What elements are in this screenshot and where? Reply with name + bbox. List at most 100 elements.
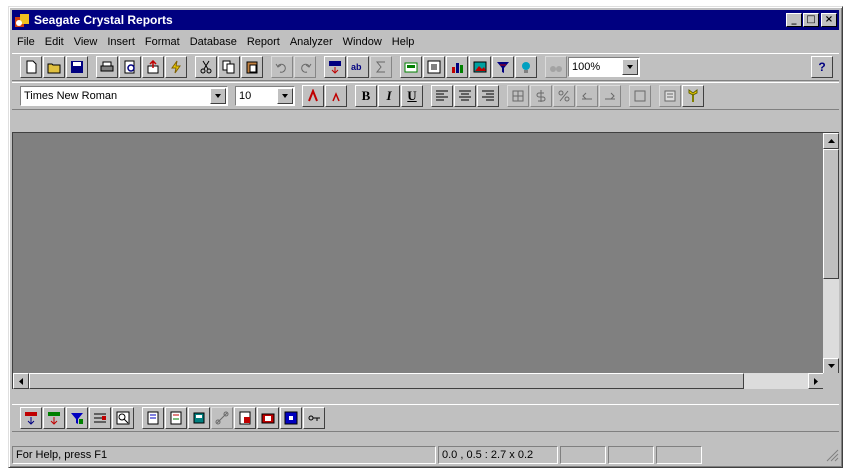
menu-database[interactable]: Database (185, 36, 242, 48)
insert-text-object-button[interactable]: ab (347, 56, 369, 78)
status-panel-3 (560, 446, 606, 464)
menu-window[interactable]: Window (338, 36, 387, 48)
insert-ole-button[interactable] (257, 407, 279, 429)
close-button[interactable]: × (821, 13, 837, 27)
horizontal-scrollbar[interactable] (13, 373, 824, 389)
insert-group-button[interactable] (400, 56, 422, 78)
scroll-right-button[interactable] (808, 373, 824, 389)
font-size-combo[interactable]: 10 (235, 86, 295, 106)
border-button[interactable] (507, 85, 529, 107)
print-preview-button[interactable] (119, 56, 141, 78)
sort-icon (25, 412, 37, 425)
insert-subreport-button[interactable] (423, 56, 445, 78)
crystal-reports-app-icon[interactable] (14, 12, 30, 28)
select-expert-button[interactable] (492, 56, 514, 78)
sort-order-button[interactable] (20, 407, 42, 429)
export-button[interactable] (142, 56, 164, 78)
menu-view[interactable]: View (69, 36, 103, 48)
report-workspace[interactable] (12, 132, 839, 389)
undo-arrow-icon (275, 63, 286, 73)
zoom-view-button[interactable] (112, 407, 134, 429)
report-expert-button[interactable] (234, 407, 256, 429)
database-expert-button[interactable] (188, 407, 210, 429)
new-document-icon (26, 60, 37, 74)
new-report-button[interactable] (20, 56, 42, 78)
minimize-button[interactable]: _ (786, 13, 802, 27)
vertical-scroll-thumb[interactable] (823, 149, 839, 279)
increase-decimals-button[interactable] (599, 85, 621, 107)
print-button[interactable] (96, 56, 118, 78)
menu-format[interactable]: Format (140, 36, 185, 48)
menu-edit[interactable]: Edit (40, 36, 69, 48)
font-size-value: 10 (239, 90, 252, 102)
undo-button[interactable] (271, 56, 293, 78)
insert-picture-button[interactable] (469, 56, 491, 78)
percent-button[interactable] (553, 85, 575, 107)
insert-line-button[interactable] (303, 407, 325, 429)
print-preview-icon (124, 60, 135, 74)
insert-summary-button[interactable] (370, 56, 392, 78)
find-button[interactable] (545, 56, 567, 78)
scroll-down-button[interactable] (823, 358, 839, 374)
record-selection-button[interactable] (66, 407, 88, 429)
format-painter-button[interactable] (629, 85, 651, 107)
vertical-scrollbar[interactable] (823, 133, 839, 374)
links-button[interactable] (211, 407, 233, 429)
arrow-left-icon (19, 377, 23, 385)
binoculars-icon (550, 66, 562, 72)
font-size-dropdown-button[interactable] (277, 88, 293, 104)
zoom-combo[interactable]: 100% (568, 57, 640, 77)
smart-navigation-button[interactable] (515, 56, 537, 78)
redo-button[interactable] (294, 56, 316, 78)
menu-help[interactable]: Help (387, 36, 420, 48)
resize-grip-icon[interactable] (825, 448, 839, 462)
underline-button[interactable]: U (401, 85, 423, 107)
chevron-down-icon (215, 94, 221, 98)
insert-box-button[interactable] (280, 407, 302, 429)
bold-button[interactable]: B (355, 85, 377, 107)
cut-button[interactable] (195, 56, 217, 78)
scroll-up-button[interactable] (823, 133, 839, 149)
scroll-left-button[interactable] (13, 373, 29, 389)
italic-button[interactable]: I (378, 85, 400, 107)
menu-report[interactable]: Report (242, 36, 285, 48)
title-bar[interactable]: Seagate Crystal Reports _ □ × (12, 10, 839, 30)
field-properties-icon (664, 90, 676, 102)
section-expert-button[interactable] (89, 407, 111, 429)
zoom-dropdown-button[interactable] (622, 59, 638, 75)
copy-button[interactable] (218, 56, 240, 78)
maximize-button[interactable]: □ (803, 13, 819, 27)
grid-icon (512, 90, 524, 102)
horizontal-scroll-thumb[interactable] (29, 373, 744, 389)
align-center-button[interactable] (454, 85, 476, 107)
decrease-decimals-button[interactable] (576, 85, 598, 107)
menu-file[interactable]: File (12, 36, 40, 48)
toolbar-options-button[interactable] (682, 85, 704, 107)
group-sort-button[interactable] (43, 407, 65, 429)
open-button[interactable] (43, 56, 65, 78)
refresh-data-button[interactable] (165, 56, 187, 78)
formula-button[interactable] (142, 407, 164, 429)
insert-field-button[interactable] (324, 56, 346, 78)
align-right-button[interactable] (477, 85, 499, 107)
paste-button[interactable] (241, 56, 263, 78)
increase-font-size-button[interactable] (302, 85, 324, 107)
menu-analyzer[interactable]: Analyzer (285, 36, 338, 48)
status-panel-4 (608, 446, 654, 464)
parameter-button[interactable] (165, 407, 187, 429)
decrease-font-size-button[interactable] (325, 85, 347, 107)
context-help-button[interactable]: ? (811, 56, 833, 78)
record-selection-icon (71, 413, 83, 424)
scissors-icon (200, 60, 212, 74)
database-icon (193, 412, 205, 424)
save-button[interactable] (66, 56, 88, 78)
insert-chart-button[interactable] (446, 56, 468, 78)
menu-insert[interactable]: Insert (102, 36, 140, 48)
font-name-combo[interactable]: Times New Roman (20, 86, 228, 106)
align-right-icon (482, 90, 494, 101)
field-properties-button[interactable] (659, 85, 681, 107)
font-name-dropdown-button[interactable] (210, 88, 226, 104)
currency-button[interactable] (530, 85, 552, 107)
svg-text:ab: ab (351, 62, 362, 72)
align-left-button[interactable] (431, 85, 453, 107)
